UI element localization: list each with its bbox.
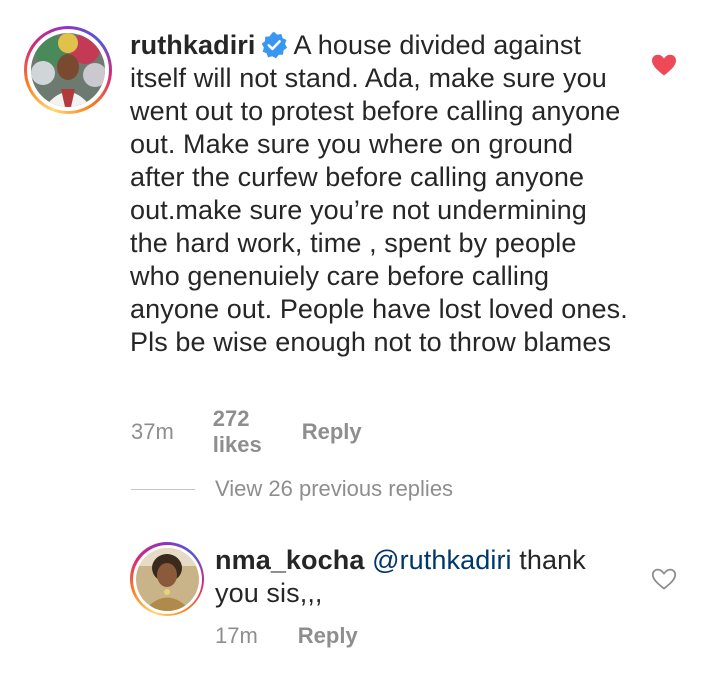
like-heart-outline-icon[interactable] bbox=[651, 568, 677, 590]
comment-meta: 37m 272 likes Reply bbox=[131, 406, 362, 458]
like-heart-icon[interactable] bbox=[651, 54, 677, 76]
avatar[interactable] bbox=[130, 542, 204, 616]
likes-count[interactable]: 272 likes bbox=[213, 406, 262, 458]
view-previous-replies[interactable]: View 26 previous replies bbox=[131, 476, 453, 502]
reply-button[interactable]: Reply bbox=[298, 623, 358, 649]
reply-mention[interactable]: @ruthkadiri bbox=[372, 545, 512, 575]
comment-body: A house divided against itself will not … bbox=[130, 30, 628, 357]
comment-text-block: ruthkadiri A house divided against itself… bbox=[130, 29, 630, 359]
reply-meta: 17m Reply bbox=[215, 623, 358, 649]
view-replies-label[interactable]: View 26 previous replies bbox=[215, 476, 453, 502]
reply-username[interactable]: nma_kocha bbox=[215, 545, 364, 575]
avatar-image bbox=[31, 33, 105, 107]
verified-badge-icon bbox=[261, 31, 287, 59]
reply-timestamp: 17m bbox=[215, 623, 258, 648]
avatar-image bbox=[135, 547, 199, 611]
avatar[interactable] bbox=[24, 26, 112, 114]
comment-username[interactable]: ruthkadiri bbox=[130, 30, 256, 60]
reply-button[interactable]: Reply bbox=[302, 419, 362, 445]
reply-text-block: nma_kocha @ruthkadiri thank you sis,,, bbox=[215, 544, 615, 610]
replies-divider bbox=[131, 488, 195, 490]
comment-timestamp: 37m bbox=[131, 419, 174, 444]
